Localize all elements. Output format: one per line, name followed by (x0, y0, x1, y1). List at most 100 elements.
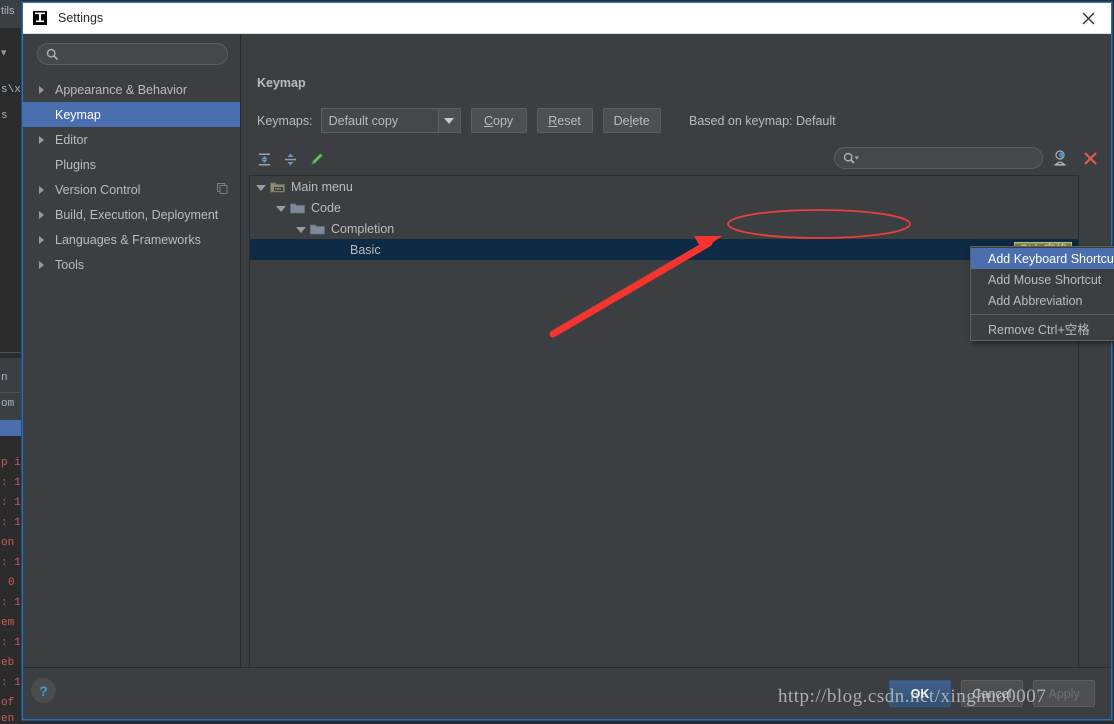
edit-pencil-icon[interactable] (303, 146, 329, 172)
sidebar-item-label: Version Control (55, 182, 141, 197)
bg-console-line: en (1, 713, 15, 724)
tree-row-label: Main menu (291, 179, 353, 194)
delete-button[interactable]: Delete (602, 108, 661, 133)
chevron-down-icon[interactable] (292, 222, 310, 236)
bg-console-line: of (1, 697, 15, 709)
search-icon (46, 48, 59, 66)
sidebar-item-label: Plugins (55, 157, 96, 172)
folder-icon (310, 223, 325, 235)
tree-row[interactable]: Main menu (250, 176, 1078, 197)
copy-button[interactable]: Copy (470, 108, 527, 133)
settings-dialog: Settings Appearance & Behavior Keymap Ed… (22, 2, 1114, 720)
find-by-shortcut-icon[interactable] (1047, 146, 1073, 170)
tree-row[interactable]: Basic Ctrl+空格 (250, 239, 1078, 260)
context-menu-item-label: Add Keyboard Shortcut (988, 251, 1114, 266)
help-button[interactable]: ? (31, 678, 56, 703)
bg-text-fragment: s\x (1, 84, 21, 96)
settings-sidebar: Appearance & Behavior Keymap Editor Plug… (23, 34, 241, 668)
chevron-down-icon[interactable] (272, 201, 290, 215)
sidebar-item-label: Build, Execution, Deployment (55, 207, 219, 222)
sidebar-item-label: Languages & Frameworks (55, 232, 201, 247)
bg-console-line: p i (1, 457, 21, 469)
context-menu[interactable]: Add Keyboard Shortcut Add Mouse Shortcut… (970, 246, 1114, 341)
context-menu-item-label: Add Abbreviation (988, 293, 1083, 308)
dialog-title: Settings (58, 11, 104, 25)
bg-console-line: em (1, 617, 15, 629)
bg-divider (0, 352, 22, 353)
sidebar-item-label: Appearance & Behavior (55, 82, 188, 97)
context-menu-separator (971, 314, 1114, 315)
context-menu-item-add-keyboard-shortcut[interactable]: Add Keyboard Shortcut (971, 248, 1114, 269)
keymap-select[interactable]: Default copy (320, 108, 461, 133)
chevron-down-icon[interactable] (252, 180, 270, 194)
tree-row[interactable]: Code (250, 197, 1078, 218)
search-dropdown-icon[interactable] (843, 152, 861, 170)
find-shortcut-box[interactable] (834, 147, 1043, 169)
keymap-toolbar (251, 146, 329, 172)
bg-selected-line (0, 420, 22, 436)
apply-button[interactable]: Apply (1033, 680, 1095, 707)
page-title: Keymap (257, 76, 306, 90)
tree-row-label: Basic (350, 242, 381, 257)
chevron-right-icon (39, 133, 53, 147)
bg-console-line: : 14 (1, 477, 22, 489)
chevron-right-icon (39, 208, 53, 222)
based-on-keymap-label: Based on keymap: Default (689, 114, 836, 128)
search-box[interactable] (37, 43, 228, 65)
bg-text-fragment: s (1, 110, 8, 122)
bg-text-fragment: n (1, 372, 8, 384)
keymap-selected-value: Default copy (328, 113, 399, 128)
chevron-right-icon (39, 183, 53, 197)
dialog-titlebar: Settings (23, 3, 1111, 34)
tree-row[interactable]: Completion (250, 218, 1078, 239)
reset-button[interactable]: Reset (536, 108, 593, 133)
sidebar-item-keymap[interactable]: Keymap (23, 102, 240, 127)
chevron-down-icon[interactable] (437, 109, 460, 132)
dialog-footer: ? OK Cancel Apply (23, 667, 1111, 719)
folder-icon (290, 202, 305, 214)
clear-red-x-icon[interactable] (1077, 146, 1103, 170)
bg-console-line: eb (1, 657, 15, 669)
close-icon[interactable] (1065, 3, 1111, 34)
context-menu-item-add-mouse-shortcut[interactable]: Add Mouse Shortcut (971, 269, 1114, 290)
chevron-right-icon (39, 258, 53, 272)
sidebar-item-plugins[interactable]: Plugins (23, 152, 240, 177)
keymap-panel: Keymap Keymaps: Default copy Copy Reset … (241, 34, 1114, 677)
tree-row-label: Completion (331, 221, 395, 236)
background-editor (0, 28, 22, 358)
context-menu-item-add-abbreviation[interactable]: Add Abbreviation (971, 290, 1114, 311)
keymap-tree[interactable]: Main menu Code Completion Basic (249, 175, 1079, 677)
expand-all-icon[interactable] (251, 146, 277, 172)
ok-button[interactable]: OK (889, 680, 951, 707)
chevron-right-icon (39, 83, 53, 97)
chevron-right-icon (39, 233, 53, 247)
dialog-body: Appearance & Behavior Keymap Editor Plug… (23, 34, 1114, 677)
bg-console-line: : 1 (1, 597, 21, 609)
tree-row-label: Code (311, 200, 341, 215)
bg-console-line: : 1 (1, 637, 21, 649)
bg-console-line: : 1 (1, 677, 21, 689)
sidebar-item-version-control[interactable]: Version Control (23, 177, 240, 202)
bg-console-line: : 14 (1, 497, 22, 509)
context-menu-item-remove-shortcut[interactable]: Remove Ctrl+空格 (971, 318, 1114, 339)
context-menu-item-label: Remove Ctrl+空格 (988, 323, 1090, 337)
intellij-idea-icon (32, 10, 48, 26)
bg-text-fragment: om (1, 398, 15, 410)
keymaps-row: Keymaps: Default copy Copy Reset Delete (257, 108, 661, 133)
collapse-all-icon[interactable] (277, 146, 303, 172)
main-menu-folder-icon (270, 181, 285, 193)
sidebar-item-tools[interactable]: Tools (23, 252, 240, 277)
sidebar-item-appearance-behavior[interactable]: Appearance & Behavior (23, 77, 240, 102)
sidebar-item-label: Tools (55, 257, 85, 272)
background-toolwindow (0, 358, 22, 428)
sidebar-nav: Appearance & Behavior Keymap Editor Plug… (23, 77, 240, 277)
sidebar-item-editor[interactable]: Editor (23, 127, 240, 152)
sidebar-item-label: Editor (55, 132, 88, 147)
find-input[interactable] (865, 148, 1035, 168)
keymaps-label: Keymaps: (257, 113, 313, 128)
bg-console-line: : 1 (1, 557, 21, 569)
cancel-button[interactable]: Cancel (961, 680, 1023, 707)
sidebar-item-languages-frameworks[interactable]: Languages & Frameworks (23, 227, 240, 252)
search-input[interactable] (64, 44, 224, 64)
sidebar-item-build-execution-deployment[interactable]: Build, Execution, Deployment (23, 202, 240, 227)
